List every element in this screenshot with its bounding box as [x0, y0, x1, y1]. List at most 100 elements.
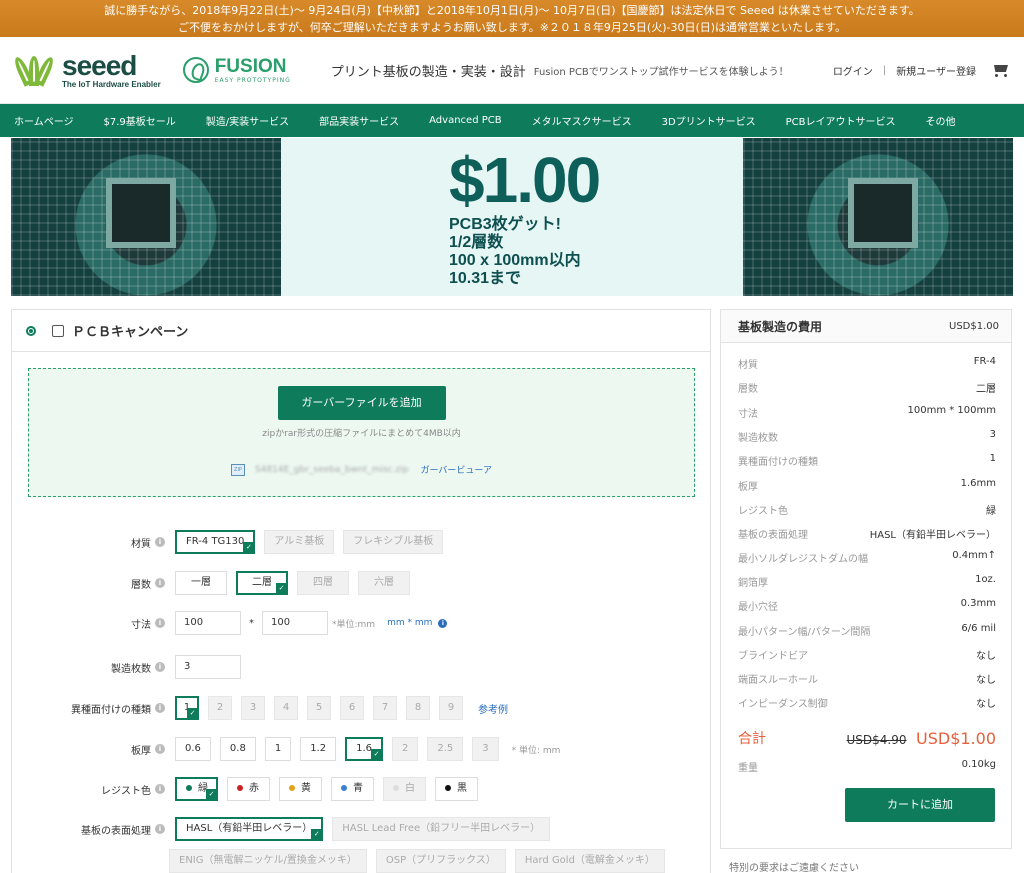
designs-7[interactable]: 7 — [373, 696, 397, 720]
color-black[interactable]: 黒 — [435, 777, 478, 801]
designs-5[interactable]: 5 — [307, 696, 331, 720]
size-unit-toggle[interactable]: mm * mm — [387, 618, 432, 628]
info-icon[interactable]: i — [155, 824, 165, 834]
thickness-unit: * 単位: mm — [511, 745, 561, 756]
option-label: 寸法 — [131, 619, 151, 631]
promo-banner[interactable]: $1.00 PCB3枚ゲット! 1/2層数 100 x 100mm以内 10.3… — [11, 138, 1013, 296]
spec-row: 基板の表面処理 HASL（有鉛半田レベラー） — [738, 530, 996, 541]
spec-row: ブラインドビア なし — [738, 651, 996, 662]
nav-item-home[interactable]: ホームページ — [14, 113, 74, 128]
gerber-upload-area[interactable]: ガーバーファイルを追加 zipかrar形式の圧縮ファイルにまとめて4MB以内 Z… — [28, 368, 695, 497]
nav-item-assembly[interactable]: 部品実装サービス — [319, 113, 399, 128]
material-fr4[interactable]: FR-4 TG130 — [175, 530, 256, 554]
fusion-logo[interactable]: FUSION EASY PROTOTYPING — [182, 55, 291, 84]
gerber-viewer-link[interactable]: ガーバービューア — [420, 463, 492, 476]
nav-item-layout[interactable]: PCBレイアウトサービス — [786, 113, 896, 128]
spec-row: 端面スルーホール なし — [738, 675, 996, 686]
special-request-label: 特別の要求はご遠慮ください — [729, 863, 859, 873]
fusion-leaf-icon — [182, 57, 209, 83]
spec-row: 異種面付けの種類 1 — [738, 453, 996, 468]
info-icon[interactable]: i — [155, 537, 165, 547]
finish-hard-gold[interactable]: Hard Gold（電解金メッキ） — [514, 849, 665, 873]
option-label: 製造枚数 — [111, 663, 151, 675]
color-yellow[interactable]: 黄 — [279, 777, 322, 801]
add-gerber-button[interactable]: ガーバーファイルを追加 — [277, 386, 446, 420]
size-info-icon[interactable]: i — [438, 618, 448, 628]
layers-4[interactable]: 四層 — [297, 571, 349, 595]
finish-hasl[interactable]: HASL（有鉛半田レベラー） — [175, 817, 324, 841]
thickness-2[interactable]: 2 — [392, 737, 419, 761]
notice-line-1: 誠に勝手ながら、2018年9月22日(土)～ 9月24日(月)【中秋節】と201… — [104, 4, 920, 17]
info-icon[interactable]: i — [155, 578, 165, 588]
layers-2[interactable]: 二層 — [236, 571, 288, 595]
cost-summary-panel: 基板製造の費用 USD$1.00 材質 FR-4 層数 二層 寸法 100mm * 1… — [720, 309, 1012, 849]
color-white[interactable]: 白 — [383, 777, 426, 801]
thickness-1-2[interactable]: 1.2 — [300, 737, 337, 761]
cart-icon[interactable] — [992, 63, 1010, 77]
login-link[interactable]: ログイン — [833, 63, 873, 78]
nav-item-3d-print[interactable]: 3Dプリントサービス — [662, 113, 756, 128]
designs-2[interactable]: 2 — [208, 696, 232, 720]
thickness-0-6[interactable]: 0.6 — [175, 737, 211, 761]
designs-9[interactable]: 9 — [439, 696, 463, 720]
fusion-word: FUSION — [214, 55, 287, 77]
finish-hasl-lead-free[interactable]: HASL Lead Free（鉛フリー半田レベラー） — [332, 817, 551, 841]
campaign-radio[interactable] — [26, 325, 36, 336]
info-icon[interactable]: i — [155, 703, 165, 713]
seeed-logo[interactable]: seeed The IoT Hardware Enabler — [12, 50, 161, 90]
option-label: 材質 — [131, 538, 151, 550]
color-dot — [289, 785, 295, 791]
color-blue[interactable]: 青 — [331, 777, 374, 801]
nav-item-other[interactable]: その他 — [926, 113, 956, 128]
original-price: USD$4.90 — [846, 732, 907, 747]
nav-item-stencil[interactable]: メタルマスクサービス — [532, 113, 632, 128]
color-green[interactable]: 緑 — [175, 777, 218, 801]
spec-row: 層数 二層 — [738, 384, 996, 395]
color-red[interactable]: 赤 — [227, 777, 270, 801]
spec-row: 製造枚数 3 — [738, 429, 996, 444]
designs-4[interactable]: 4 — [274, 696, 298, 720]
site-header: seeed The IoT Hardware Enabler FUSION EA… — [0, 37, 1024, 104]
thickness-1[interactable]: 1 — [264, 737, 292, 761]
thickness-2-5[interactable]: 2.5 — [427, 737, 464, 761]
option-color: レジスト色 i 緑 赤 黄 青 白 黒 — [12, 777, 712, 801]
option-designs: 異種面付けの種類 i 1 2 3 4 5 6 7 8 9 参考例 — [12, 696, 712, 720]
designs-8[interactable]: 8 — [406, 696, 430, 720]
fusion-tagline: EASY PROTOTYPING — [214, 76, 291, 84]
option-label: レジスト色 — [101, 785, 151, 797]
option-layers: 層数 i 一層 二層 四層 六層 — [12, 571, 712, 595]
info-icon[interactable]: i — [155, 784, 165, 794]
add-to-cart-button[interactable]: カートに追加 — [845, 788, 995, 822]
thickness-0-8[interactable]: 0.8 — [219, 737, 256, 761]
thickness-3[interactable]: 3 — [472, 737, 499, 761]
weight-label: 重量 — [738, 763, 758, 774]
logo-tagline: The IoT Hardware Enabler — [62, 79, 161, 89]
designs-3[interactable]: 3 — [241, 696, 265, 720]
designs-reference-link[interactable]: 参考例 — [478, 701, 508, 716]
nav-item-advanced-pcb[interactable]: Advanced PCB — [429, 115, 501, 126]
thickness-1-6[interactable]: 1.6 — [345, 737, 383, 761]
nav-item-manufacturing[interactable]: 製造/実装サービス — [206, 113, 289, 128]
layers-1[interactable]: 一層 — [175, 571, 227, 595]
size-width-input[interactable]: 100 — [175, 611, 241, 635]
register-link[interactable]: 新規ユーザー登録 — [896, 63, 976, 78]
layers-6[interactable]: 六層 — [358, 571, 410, 595]
seeed-leaf-icon — [12, 50, 56, 90]
spec-row: 最小穴径 0.3mm — [738, 598, 996, 613]
designs-6[interactable]: 6 — [340, 696, 364, 720]
material-flex[interactable]: フレキシブル基板 — [343, 530, 444, 554]
size-height-input[interactable]: 100 — [262, 611, 328, 635]
designs-1[interactable]: 1 — [175, 696, 199, 720]
option-finish-more: ENIG（無電解ニッケル/置換金メッキ） OSP（プリフラックス） Hard G… — [12, 849, 712, 873]
quantity-input[interactable]: 3 — [175, 655, 241, 679]
finish-osp[interactable]: OSP（プリフラックス） — [375, 849, 506, 873]
finish-enig[interactable]: ENIG（無電解ニッケル/置換金メッキ） — [169, 849, 367, 873]
banner-line: PCB3枚ゲット! — [449, 216, 562, 233]
main-nav: ホームページ $7.9基板セール 製造/実装サービス 部品実装サービス Adva… — [0, 104, 1024, 137]
info-icon[interactable]: i — [155, 618, 165, 628]
notice-line-2: ご不便をおかけしますが、何卒ご理解いただきますようお願い致します。※２０１８年9… — [178, 21, 846, 34]
material-aluminum[interactable]: アルミ基板 — [264, 530, 335, 554]
info-icon[interactable]: i — [155, 662, 165, 672]
info-icon[interactable]: i — [155, 744, 165, 754]
nav-item-sale[interactable]: $7.9基板セール — [104, 113, 176, 128]
